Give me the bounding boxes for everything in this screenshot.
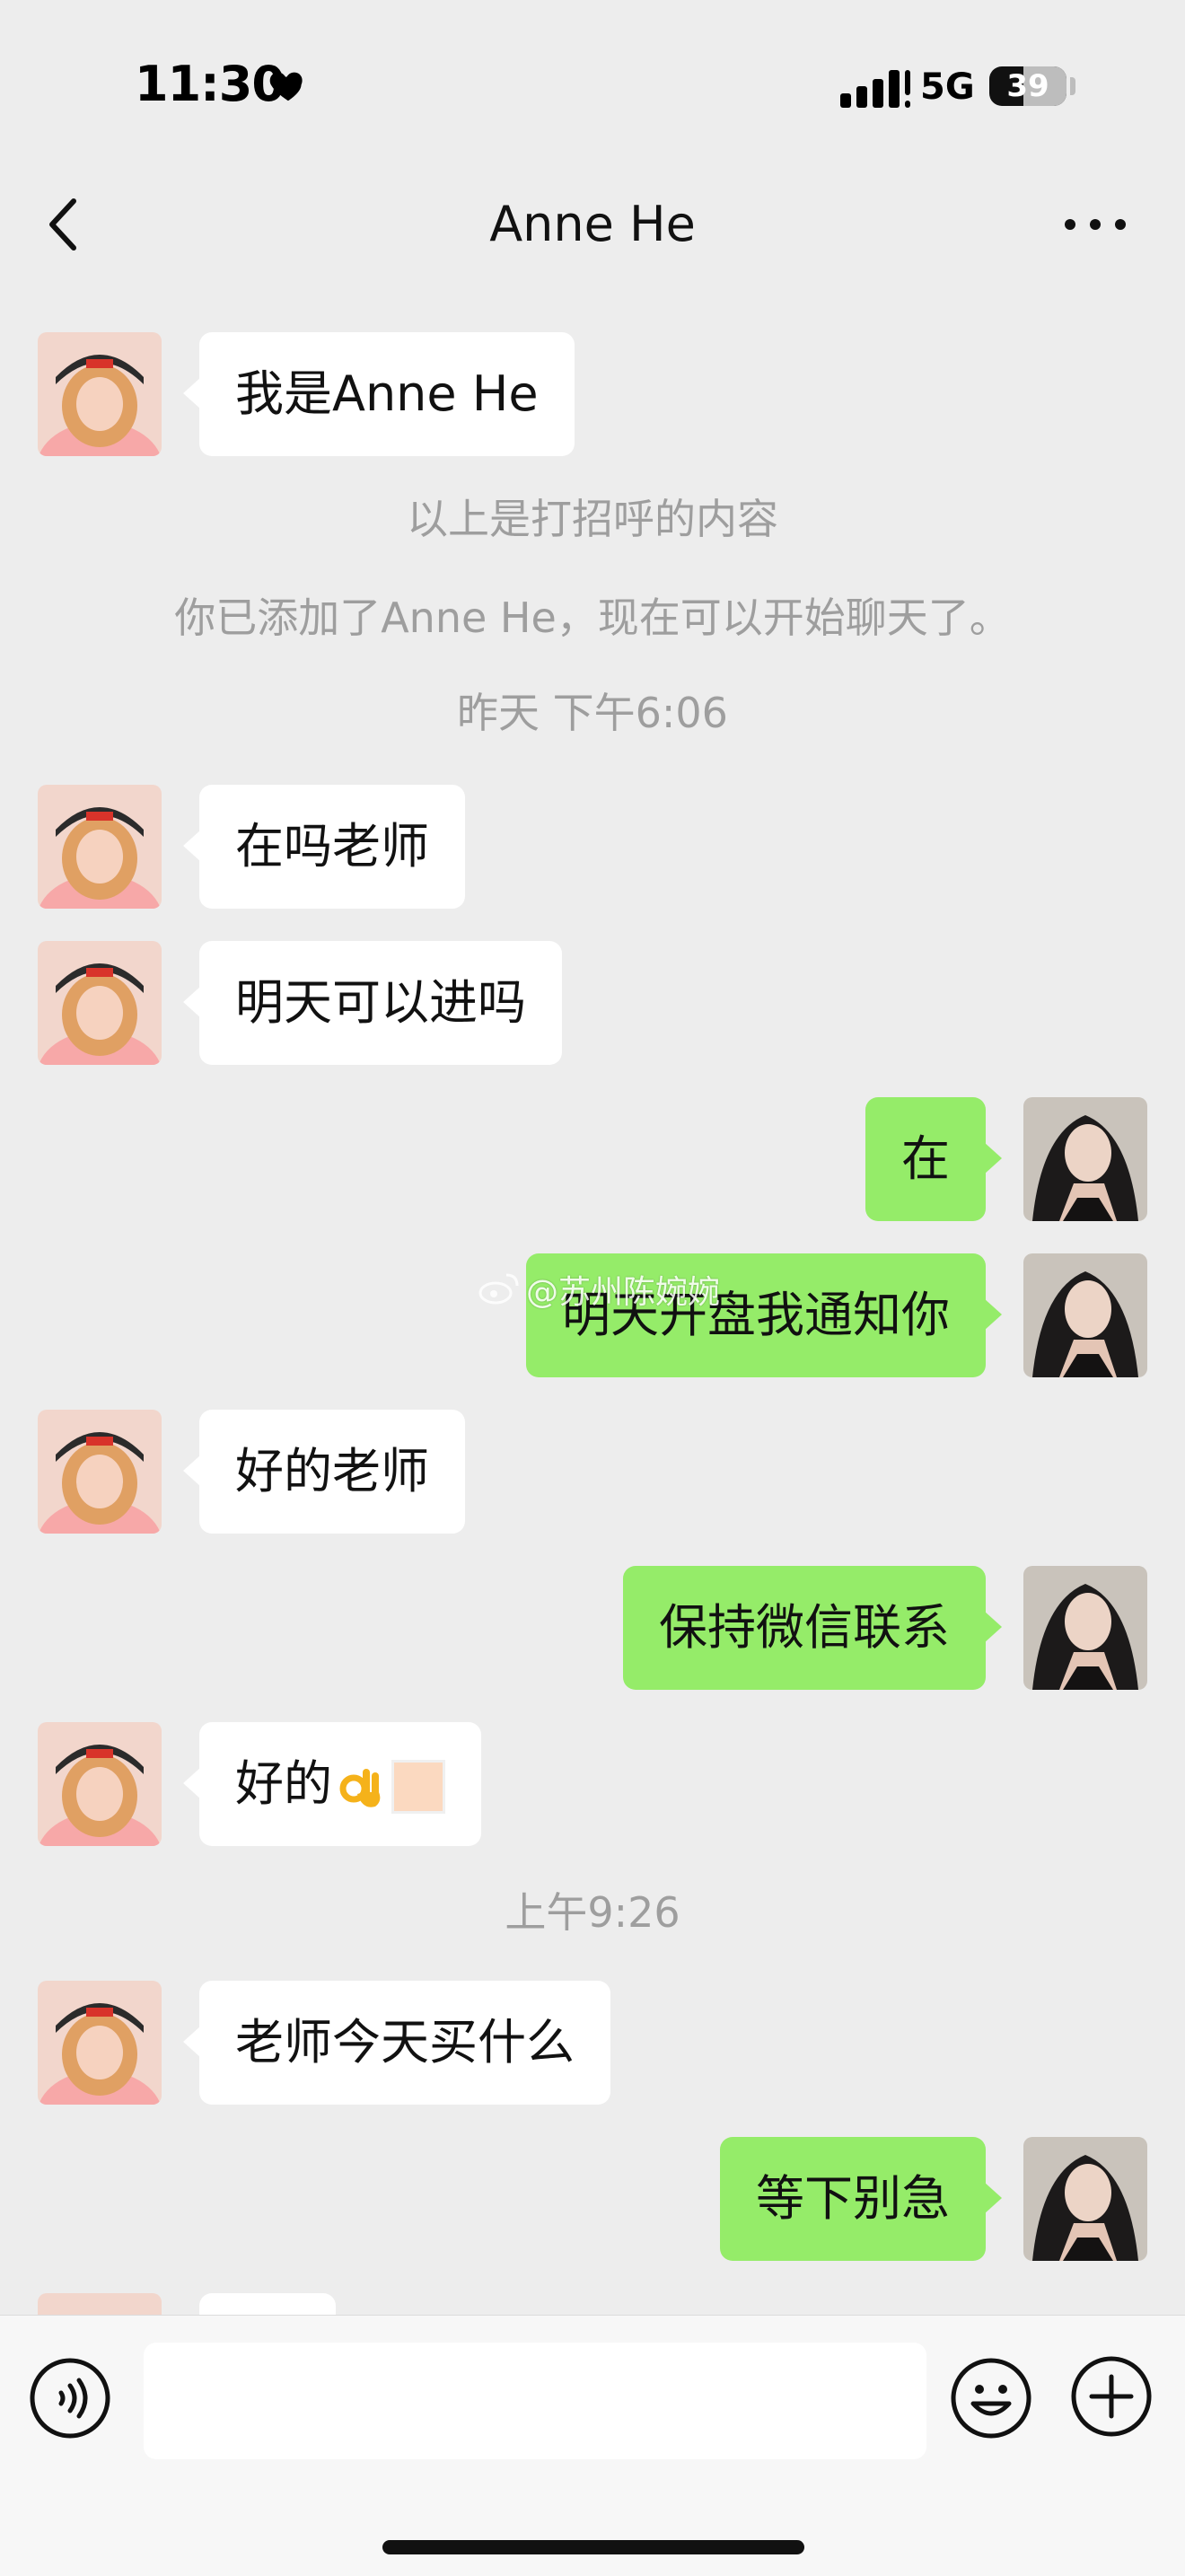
my-avatar[interactable]	[1023, 1566, 1147, 1690]
message-bubble[interactable]: 我是Anne He	[183, 332, 575, 456]
home-indicator[interactable]	[382, 2540, 804, 2554]
message-bubble[interactable]: 保持微信联系	[623, 1566, 1002, 1690]
my-avatar[interactable]	[1023, 1253, 1147, 1377]
my-avatar[interactable]	[1023, 1097, 1147, 1221]
message-bubble[interactable]: 明天可以进吗	[183, 941, 562, 1065]
message-row-incoming-partial	[0, 2293, 1185, 2315]
heart-icon	[269, 72, 303, 101]
chat-header: Anne He	[0, 171, 1185, 278]
status-bar: 11:30 5G 39	[0, 0, 1185, 171]
contact-avatar[interactable]	[38, 332, 162, 456]
message-row-incoming: 老师今天买什么	[0, 1981, 1185, 2105]
contact-avatar[interactable]	[38, 1410, 162, 1534]
message-row-incoming: 在吗老师	[0, 785, 1185, 909]
status-time: 11:30	[135, 56, 285, 112]
message-row-outgoing: 等下别急	[0, 2137, 1185, 2261]
message-bubble[interactable]: 好的	[183, 1722, 481, 1846]
battery-level: 39	[1006, 68, 1049, 104]
contact-avatar[interactable]	[38, 2293, 162, 2315]
weibo-logo-icon	[478, 1273, 519, 1305]
message-input[interactable]	[144, 2343, 926, 2459]
message-row-incoming: 明天可以进吗	[0, 941, 1185, 1065]
message-bubble-partial[interactable]	[199, 2293, 336, 2315]
system-message: 以上是打招呼的内容	[407, 495, 778, 543]
battery-icon: 39	[989, 66, 1066, 106]
plus-icon[interactable]	[1070, 2355, 1153, 2438]
message-row-outgoing: 保持微信联系	[0, 1566, 1185, 1690]
message-row-incoming: 我是Anne He	[0, 332, 1185, 456]
system-message: 你已添加了Anne He，现在可以开始聊天了。	[174, 593, 1011, 642]
unknown-emoji-icon	[391, 1760, 445, 1815]
message-bubble[interactable]: 好的老师	[183, 1410, 465, 1534]
message-bubble[interactable]: 在吗老师	[183, 785, 465, 909]
message-row-incoming: 好的老师	[0, 1410, 1185, 1534]
timestamp: 昨天 下午6:06	[457, 689, 728, 737]
message-bubble[interactable]: 老师今天买什么	[183, 1981, 610, 2105]
message-bubble[interactable]: 等下别急	[720, 2137, 1002, 2261]
signal-icon	[840, 70, 910, 108]
emoji-icon[interactable]	[950, 2357, 1032, 2440]
contact-avatar[interactable]	[38, 785, 162, 909]
watermark-text: @苏州陈婉婉	[526, 1274, 721, 1311]
ok-hand-icon	[339, 1769, 381, 1808]
message-text: 好的	[235, 1755, 332, 1812]
contact-avatar[interactable]	[38, 1722, 162, 1846]
battery-cap	[1070, 77, 1075, 95]
contact-avatar[interactable]	[38, 1981, 162, 2105]
contact-avatar[interactable]	[38, 941, 162, 1065]
chat-title: Anne He	[489, 196, 696, 252]
message-row-outgoing: 在	[0, 1097, 1185, 1221]
voice-icon[interactable]	[29, 2357, 111, 2440]
my-avatar[interactable]	[1023, 2137, 1147, 2261]
input-bar	[0, 2315, 1185, 2576]
more-dots-icon[interactable]	[1059, 198, 1131, 251]
message-row-incoming: 好的	[0, 1722, 1185, 1846]
network-type: 5G	[920, 66, 975, 108]
timestamp: 上午9:26	[505, 1888, 680, 1937]
message-bubble[interactable]: 在	[865, 1097, 1002, 1221]
